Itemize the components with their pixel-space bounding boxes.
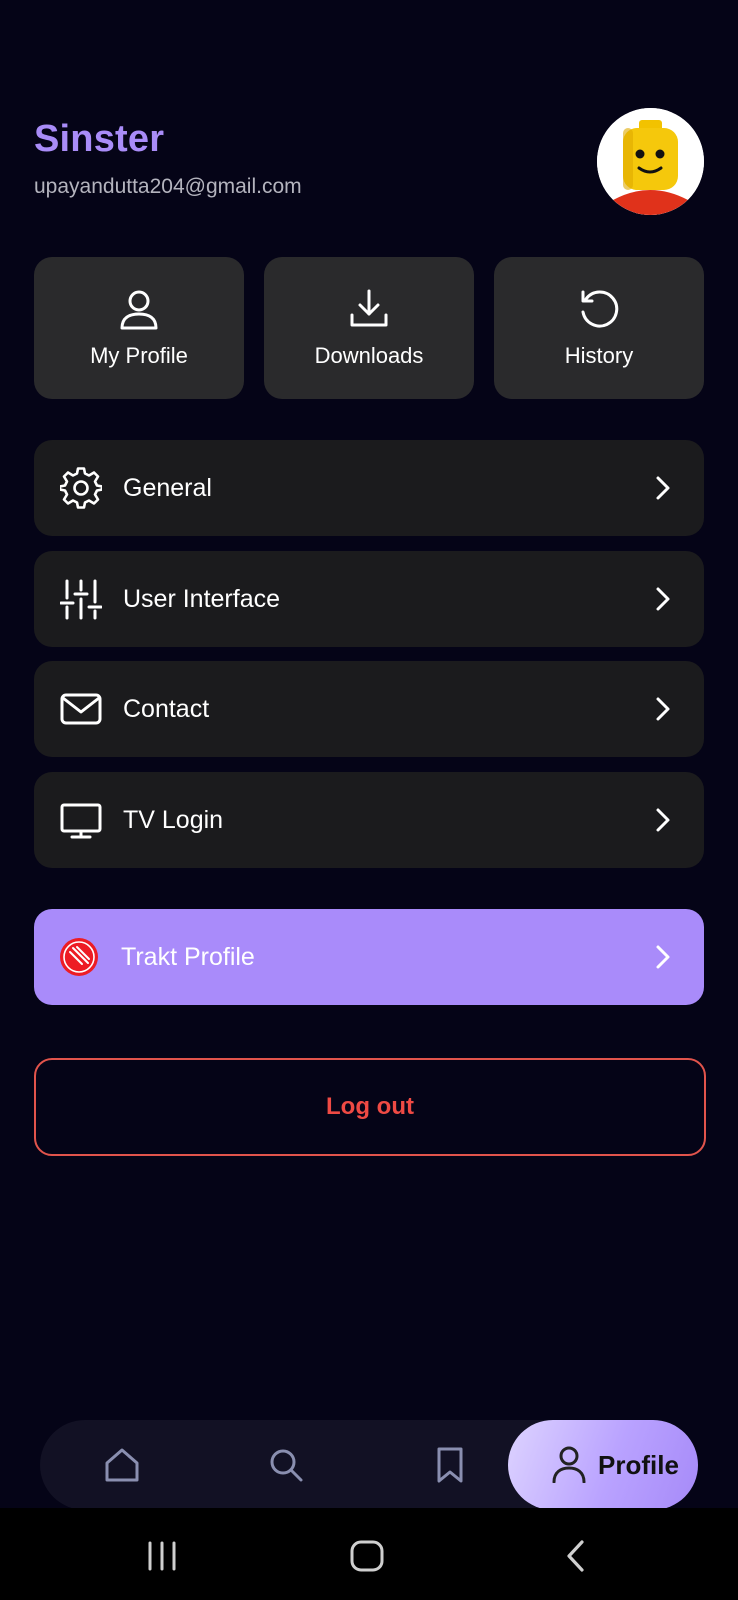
recent-apps-icon[interactable] [142,1536,182,1576]
chevron-right-icon [656,476,670,500]
menu-row-contact[interactable]: Contact [34,661,704,757]
menu-label-contact: Contact [123,695,210,723]
mail-icon [60,693,102,725]
menu-row-user-interface[interactable]: User Interface [34,551,704,647]
person-icon [552,1446,586,1483]
menu-label-general: General [123,474,212,502]
nav-profile-label: Profile [598,1450,679,1480]
download-icon [350,289,388,327]
bookmark-icon[interactable] [430,1445,470,1485]
trakt-profile-label: Trakt Profile [121,943,255,971]
bottom-nav: Profile [40,1420,698,1510]
quick-actions: My Profile Downloads History [34,257,704,399]
chevron-right-icon [656,945,670,969]
search-icon[interactable] [266,1445,306,1485]
trakt-logo-icon [60,938,98,976]
home-button-icon[interactable] [347,1536,387,1576]
logout-button[interactable]: Log out [34,1058,706,1156]
tv-icon [60,803,102,839]
logout-label: Log out [326,1093,414,1120]
avatar[interactable] [597,108,704,215]
lego-avatar-icon [597,108,704,215]
my-profile-label: My Profile [90,343,188,368]
downloads-tile[interactable]: Downloads [264,257,474,399]
my-profile-tile[interactable]: My Profile [34,257,244,399]
history-label: History [564,343,634,368]
menu-row-tv-login[interactable]: TV Login [34,772,704,868]
history-tile[interactable]: History [494,257,704,399]
profile-header: Sinster upayandutta204@gmail.com [34,118,302,199]
back-icon[interactable] [556,1536,596,1576]
sliders-icon [60,579,102,620]
person-icon [120,290,158,330]
user-email: upayandutta204@gmail.com [34,175,302,198]
gear-icon [60,467,102,509]
menu-label-tv-login: TV Login [123,806,224,834]
user-name: Sinster [34,118,165,160]
chevron-right-icon [656,587,670,611]
menu-row-general[interactable]: General [34,440,704,536]
trakt-profile-row[interactable]: Trakt Profile [34,909,704,1005]
chevron-right-icon [656,808,670,832]
chevron-right-icon [656,697,670,721]
downloads-label: Downloads [314,343,424,368]
nav-profile-tab[interactable]: Profile [508,1420,698,1510]
history-icon [581,290,619,328]
home-icon[interactable] [102,1445,142,1485]
menu-label-user-interface: User Interface [123,585,281,613]
system-navigation-bar [0,1508,738,1600]
